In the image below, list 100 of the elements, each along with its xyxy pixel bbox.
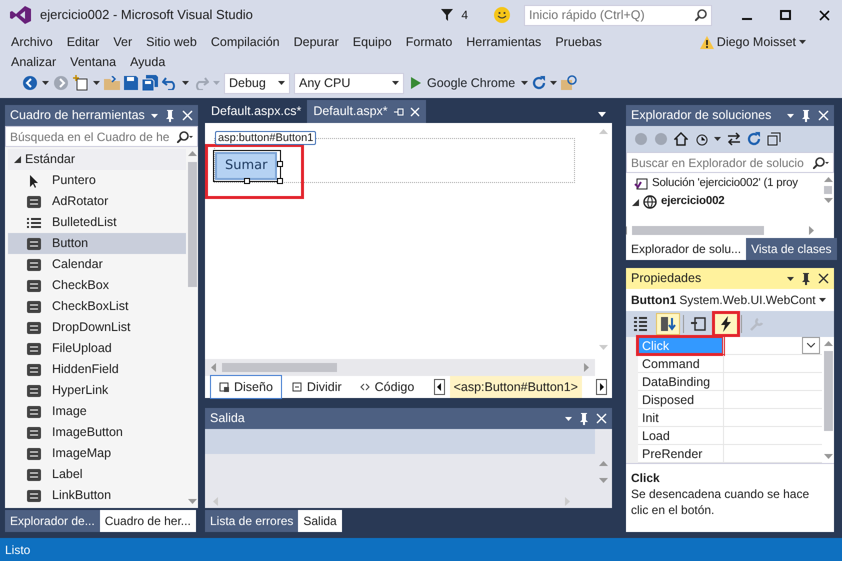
save-all-icon[interactable] <box>142 75 158 91</box>
pin-icon[interactable] <box>800 110 812 122</box>
caret-icon[interactable] <box>799 40 806 44</box>
dropdown-icon[interactable] <box>787 114 794 118</box>
toolbox-item[interactable]: BulletedList <box>8 212 186 233</box>
scrollbar-thumb[interactable] <box>824 351 832 431</box>
menu-item[interactable]: Ventana <box>63 52 124 72</box>
property-row[interactable]: PreRender <box>638 445 822 463</box>
property-row[interactable]: Command <box>638 355 822 373</box>
dropdown-icon[interactable] <box>565 416 572 420</box>
dropdown-icon[interactable] <box>787 276 794 280</box>
breadcrumb-tag[interactable]: <asp:Button#Button1> <box>450 376 582 398</box>
scroll-up-icon[interactable] <box>824 177 832 182</box>
scrollbar-thumb[interactable] <box>222 363 337 372</box>
caret-icon[interactable] <box>42 81 49 85</box>
toolbox-item[interactable]: LinkButton <box>8 485 186 506</box>
event-name[interactable]: Disposed <box>638 391 723 408</box>
pin-icon[interactable] <box>394 106 404 117</box>
history-icon[interactable] <box>694 132 708 146</box>
sync-icon[interactable] <box>727 132 741 146</box>
scrollbar-thumb[interactable] <box>188 162 196 287</box>
scroll-down-icon[interactable] <box>188 499 196 504</box>
scroll-down-icon[interactable] <box>824 198 832 203</box>
menu-item[interactable]: Analizar <box>4 52 64 72</box>
document-tab[interactable]: Default.aspx.cs* <box>205 100 308 123</box>
menu-item[interactable]: Archivo <box>4 32 60 52</box>
property-row[interactable]: DataBinding <box>638 373 822 391</box>
previous-icon[interactable] <box>434 379 445 395</box>
toolbox-item[interactable]: HyperLink <box>8 380 186 401</box>
find-icon[interactable] <box>561 75 578 91</box>
view-tab[interactable]: Diseño <box>210 374 282 400</box>
resize-handle-icon[interactable] <box>277 178 284 184</box>
next-icon[interactable] <box>596 379 607 395</box>
toolbox-item[interactable]: FileUpload <box>8 338 186 359</box>
menu-item[interactable]: Equipo <box>346 32 399 52</box>
scroll-up-icon[interactable] <box>188 151 196 156</box>
event-name[interactable]: DataBinding <box>638 373 723 390</box>
undo-icon[interactable] <box>162 76 178 90</box>
pin-icon[interactable] <box>578 412 590 424</box>
panel-tab[interactable]: Lista de errores <box>205 510 298 532</box>
dropdown-icon[interactable] <box>151 114 158 118</box>
save-icon[interactable] <box>124 76 138 90</box>
toolbox-item[interactable]: CheckBox <box>8 275 186 296</box>
caret-icon[interactable] <box>550 81 558 85</box>
toolbar-button[interactable] <box>714 313 738 335</box>
menu-item[interactable]: Editar <box>60 32 106 52</box>
scroll-right-icon[interactable] <box>809 226 814 234</box>
tree-item[interactable]: Solución 'ejercicio002' (1 proy <box>632 175 822 193</box>
search-field[interactable]: Buscar en Explorador de solucio <box>626 152 834 173</box>
resize-handle-icon[interactable] <box>244 178 250 184</box>
search-field[interactable]: Búsqueda en el Cuadro de he <box>5 126 198 147</box>
toolbox-item[interactable]: CheckBoxList <box>8 296 186 317</box>
quick-launch-field[interactable]: Inicio rápido (Ctrl+Q) <box>524 4 712 26</box>
new-item-icon[interactable] <box>73 75 89 91</box>
toolbox-item[interactable]: Label <box>8 464 186 485</box>
event-name[interactable]: Load <box>638 427 723 444</box>
smiley-icon[interactable] <box>494 7 510 23</box>
toolbox-item[interactable]: Button <box>8 233 186 254</box>
event-name[interactable]: Init <box>638 409 723 426</box>
caret-icon[interactable] <box>93 81 100 85</box>
toolbox-item[interactable]: Puntero <box>8 170 186 191</box>
platform-dropdown[interactable]: Any CPU <box>294 72 404 94</box>
dropdown-icon[interactable] <box>598 112 606 117</box>
document-tab[interactable]: Default.aspx* <box>307 100 426 123</box>
scroll-up-icon[interactable] <box>824 341 832 346</box>
pin-icon[interactable] <box>164 110 176 122</box>
panel-tab[interactable]: Explorador de... <box>5 510 100 532</box>
property-row[interactable]: Load <box>638 427 822 445</box>
toolbox-item[interactable]: Calendar <box>8 254 186 275</box>
maximize-icon[interactable] <box>780 10 791 20</box>
refresh-icon[interactable] <box>747 132 761 146</box>
panel-tab[interactable]: Salida <box>298 510 342 532</box>
event-name[interactable]: PreRender <box>638 445 723 462</box>
scrollbar-thumb[interactable] <box>824 186 832 194</box>
filter-icon[interactable] <box>441 9 454 21</box>
menu-item[interactable]: Ver <box>106 32 140 52</box>
pin-icon[interactable] <box>800 272 812 284</box>
toolbox-item[interactable]: ImageMap <box>8 443 186 464</box>
toolbox-item[interactable]: AdRotator <box>8 191 186 212</box>
tree-item[interactable]: ejercicio002 <box>632 193 822 211</box>
event-name[interactable]: Command <box>638 355 723 372</box>
scrollbar-thumb[interactable] <box>632 226 764 234</box>
expanded-icon[interactable] <box>632 198 639 206</box>
caret-icon[interactable] <box>714 137 721 141</box>
menu-item[interactable]: Ayuda <box>123 52 172 72</box>
value-dropdown[interactable] <box>802 337 820 354</box>
menu-item[interactable]: Formato <box>398 32 460 52</box>
panel-tab[interactable]: Cuadro de her... <box>100 510 196 532</box>
open-folder-icon[interactable] <box>104 76 120 90</box>
resize-handle-icon[interactable] <box>277 161 284 167</box>
scroll-down-icon[interactable] <box>824 454 832 459</box>
run-button[interactable]: Google Chrome <box>411 74 528 92</box>
back-icon[interactable] <box>22 75 38 91</box>
menu-item[interactable]: Herramientas <box>459 32 548 52</box>
menu-item[interactable]: Sitio web <box>139 32 204 52</box>
property-row[interactable]: Disposed <box>638 391 822 409</box>
view-tab[interactable]: Dividir <box>284 376 350 398</box>
caret-icon[interactable] <box>182 81 189 85</box>
collapse-all-icon[interactable] <box>767 132 781 146</box>
group-header[interactable]: Estándar <box>8 149 186 170</box>
